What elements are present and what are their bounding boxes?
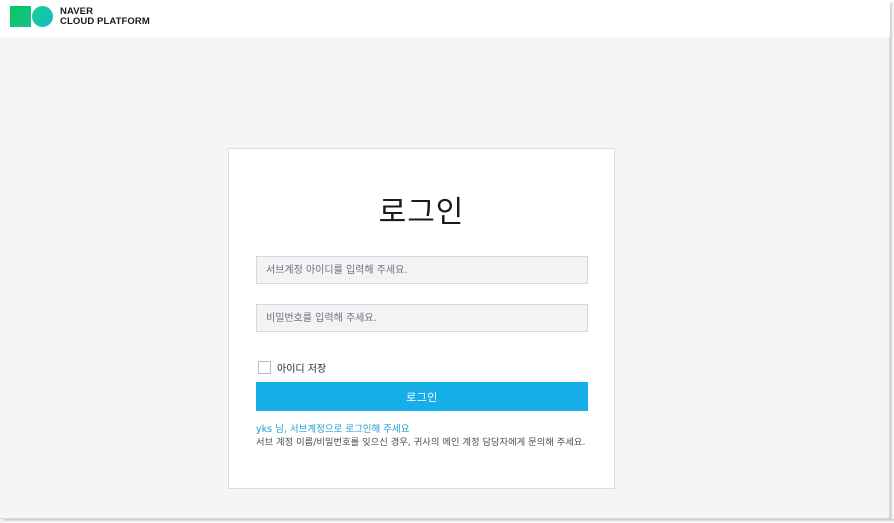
- logo-square-shape: [10, 6, 31, 27]
- remember-id-label: 아이디 저장: [277, 364, 327, 375]
- login-card: 로그인 아이디 저장 로그인 yks 님, 서브계정으로 로그인해 주세요 서브…: [228, 148, 615, 489]
- password-input[interactable]: [256, 304, 588, 332]
- naver-cloud-logo[interactable]: NAVER CLOUD PLATFORM: [10, 6, 150, 28]
- logo-wordmark: NAVER CLOUD PLATFORM: [60, 6, 150, 28]
- browser-viewport: NAVER CLOUD PLATFORM 로그인 아이디 저장 로그인 yks …: [0, 0, 890, 519]
- remember-id-option[interactable]: 아이디 저장: [258, 360, 326, 375]
- naver-cloud-logo-icon: [10, 6, 54, 28]
- logo-wordmark-line2: CLOUD PLATFORM: [60, 16, 150, 27]
- login-button[interactable]: 로그인: [256, 382, 588, 411]
- window-shadow-right: [890, 3, 894, 523]
- top-header: NAVER CLOUD PLATFORM: [0, 0, 890, 37]
- password-help-text: 서브 계정 이름/비밀번호를 잊으신 경우, 귀사의 메인 계정 담당자에게 문…: [256, 437, 586, 448]
- logo-circle-shape: [32, 6, 53, 27]
- window-shadow-bottom: [3, 519, 894, 523]
- login-title: 로그인: [378, 195, 465, 230]
- subaccount-login-link[interactable]: yks 님, 서브계정으로 로그인해 주세요: [256, 423, 596, 436]
- login-notice: yks 님, 서브계정으로 로그인해 주세요 서브 계정 이름/비밀번호를 잊으…: [256, 423, 596, 449]
- remember-id-checkbox[interactable]: [258, 361, 271, 374]
- subaccount-id-input[interactable]: [256, 256, 588, 284]
